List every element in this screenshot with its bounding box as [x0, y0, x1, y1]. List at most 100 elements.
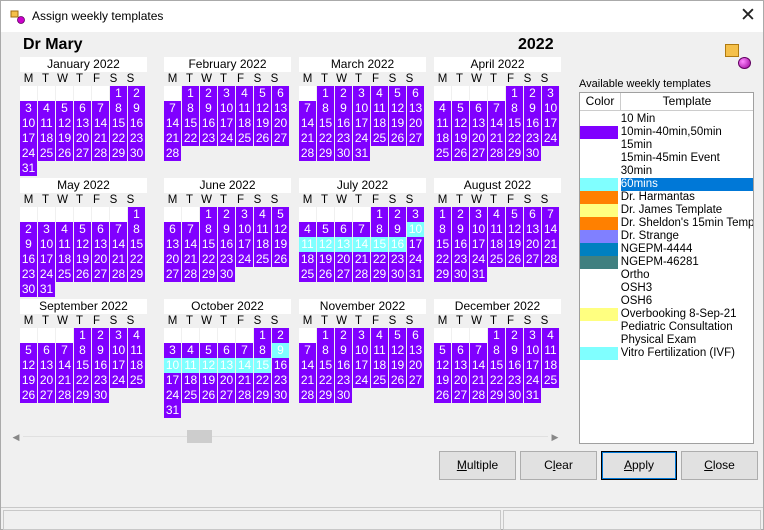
day-cell[interactable]: 30: [389, 267, 406, 282]
template-row[interactable]: Dr. Strange: [580, 230, 753, 243]
day-cell[interactable]: 7: [488, 101, 505, 116]
day-cell[interactable]: 18: [488, 237, 505, 252]
day-cell[interactable]: 13: [92, 237, 109, 252]
day-cell[interactable]: 5: [434, 343, 451, 358]
day-cell[interactable]: 18: [299, 252, 316, 267]
template-row[interactable]: 15min: [580, 139, 753, 152]
day-cell[interactable]: 4: [434, 101, 451, 116]
day-cell[interactable]: 11: [434, 116, 451, 131]
clear-button[interactable]: Clear: [520, 451, 597, 480]
day-cell[interactable]: 31: [164, 403, 181, 418]
day-cell[interactable]: 26: [452, 146, 469, 161]
day-cell[interactable]: 26: [200, 388, 217, 403]
day-cell[interactable]: 17: [110, 358, 127, 373]
day-cell[interactable]: 6: [164, 222, 181, 237]
template-row[interactable]: NGEPM-4444: [580, 243, 753, 256]
day-cell[interactable]: 5: [254, 86, 271, 101]
day-cell[interactable]: 18: [236, 116, 253, 131]
day-cell[interactable]: 20: [524, 237, 541, 252]
day-cell[interactable]: 28: [299, 146, 316, 161]
day-cell[interactable]: 3: [20, 101, 37, 116]
day-cell[interactable]: 11: [128, 343, 145, 358]
day-cell[interactable]: 10: [20, 116, 37, 131]
day-cell[interactable]: 10: [542, 101, 559, 116]
day-cell[interactable]: 26: [74, 267, 91, 282]
day-cell[interactable]: 10: [38, 237, 55, 252]
day-cell[interactable]: 23: [200, 131, 217, 146]
template-row[interactable]: 60mins: [580, 178, 753, 191]
day-cell[interactable]: 13: [164, 237, 181, 252]
day-cell[interactable]: 12: [317, 237, 334, 252]
day-cell[interactable]: 13: [335, 237, 352, 252]
day-cell[interactable]: 31: [38, 282, 55, 297]
day-cell[interactable]: 14: [110, 237, 127, 252]
day-cell[interactable]: 18: [128, 358, 145, 373]
day-cell[interactable]: 31: [524, 388, 541, 403]
day-cell[interactable]: 19: [506, 237, 523, 252]
template-row[interactable]: Physical Exam: [580, 334, 753, 347]
day-cell[interactable]: 15: [74, 358, 91, 373]
day-cell[interactable]: 9: [389, 222, 406, 237]
day-cell[interactable]: 20: [452, 373, 469, 388]
day-cell[interactable]: 23: [452, 252, 469, 267]
day-cell[interactable]: 22: [371, 252, 388, 267]
day-cell[interactable]: 8: [488, 343, 505, 358]
template-row[interactable]: 30min: [580, 165, 753, 178]
day-cell[interactable]: 19: [56, 131, 73, 146]
day-cell[interactable]: 22: [254, 373, 271, 388]
day-cell[interactable]: 27: [92, 267, 109, 282]
day-cell[interactable]: 3: [524, 328, 541, 343]
day-cell[interactable]: 22: [74, 373, 91, 388]
day-cell[interactable]: 21: [236, 373, 253, 388]
day-cell[interactable]: 24: [164, 388, 181, 403]
template-row[interactable]: Ortho: [580, 269, 753, 282]
day-cell[interactable]: 2: [389, 207, 406, 222]
day-cell[interactable]: 1: [317, 86, 334, 101]
day-cell[interactable]: 5: [20, 343, 37, 358]
day-cell[interactable]: 15: [371, 237, 388, 252]
day-cell[interactable]: 8: [182, 101, 199, 116]
day-cell[interactable]: 8: [506, 101, 523, 116]
day-cell[interactable]: 14: [164, 116, 181, 131]
day-cell[interactable]: 28: [353, 267, 370, 282]
day-cell[interactable]: 25: [299, 267, 316, 282]
day-cell[interactable]: 3: [407, 207, 424, 222]
template-row[interactable]: OSH6: [580, 295, 753, 308]
day-cell[interactable]: 8: [110, 101, 127, 116]
day-cell[interactable]: 8: [128, 222, 145, 237]
day-cell[interactable]: 30: [128, 146, 145, 161]
day-cell[interactable]: 12: [200, 358, 217, 373]
day-cell[interactable]: 17: [470, 237, 487, 252]
day-cell[interactable]: 17: [20, 131, 37, 146]
day-cell[interactable]: 6: [92, 222, 109, 237]
day-cell[interactable]: 12: [506, 222, 523, 237]
day-cell[interactable]: 9: [20, 237, 37, 252]
day-cell[interactable]: 4: [542, 328, 559, 343]
day-cell[interactable]: 5: [200, 343, 217, 358]
day-cell[interactable]: 23: [272, 373, 289, 388]
day-cell[interactable]: 31: [470, 267, 487, 282]
day-cell[interactable]: 6: [74, 101, 91, 116]
template-row[interactable]: 10 Min: [580, 113, 753, 126]
template-row[interactable]: Pediatric Consultation: [580, 321, 753, 334]
day-cell[interactable]: 29: [254, 388, 271, 403]
day-cell[interactable]: 30: [218, 267, 235, 282]
day-cell[interactable]: 6: [38, 343, 55, 358]
day-cell[interactable]: 28: [236, 388, 253, 403]
day-cell[interactable]: 23: [218, 252, 235, 267]
day-cell[interactable]: 2: [335, 328, 352, 343]
day-cell[interactable]: 7: [92, 101, 109, 116]
day-cell[interactable]: 4: [371, 86, 388, 101]
day-cell[interactable]: 27: [335, 267, 352, 282]
template-row[interactable]: 15min-45min Event: [580, 152, 753, 165]
apply-button[interactable]: Apply: [601, 451, 677, 480]
day-cell[interactable]: 23: [92, 373, 109, 388]
day-cell[interactable]: 2: [272, 328, 289, 343]
day-cell[interactable]: 2: [20, 222, 37, 237]
close-button[interactable]: Close: [681, 451, 758, 480]
day-cell[interactable]: 4: [182, 343, 199, 358]
day-cell[interactable]: 21: [92, 131, 109, 146]
day-cell[interactable]: 30: [272, 388, 289, 403]
day-cell[interactable]: 16: [335, 358, 352, 373]
multiple-button[interactable]: Multiple: [439, 451, 516, 480]
